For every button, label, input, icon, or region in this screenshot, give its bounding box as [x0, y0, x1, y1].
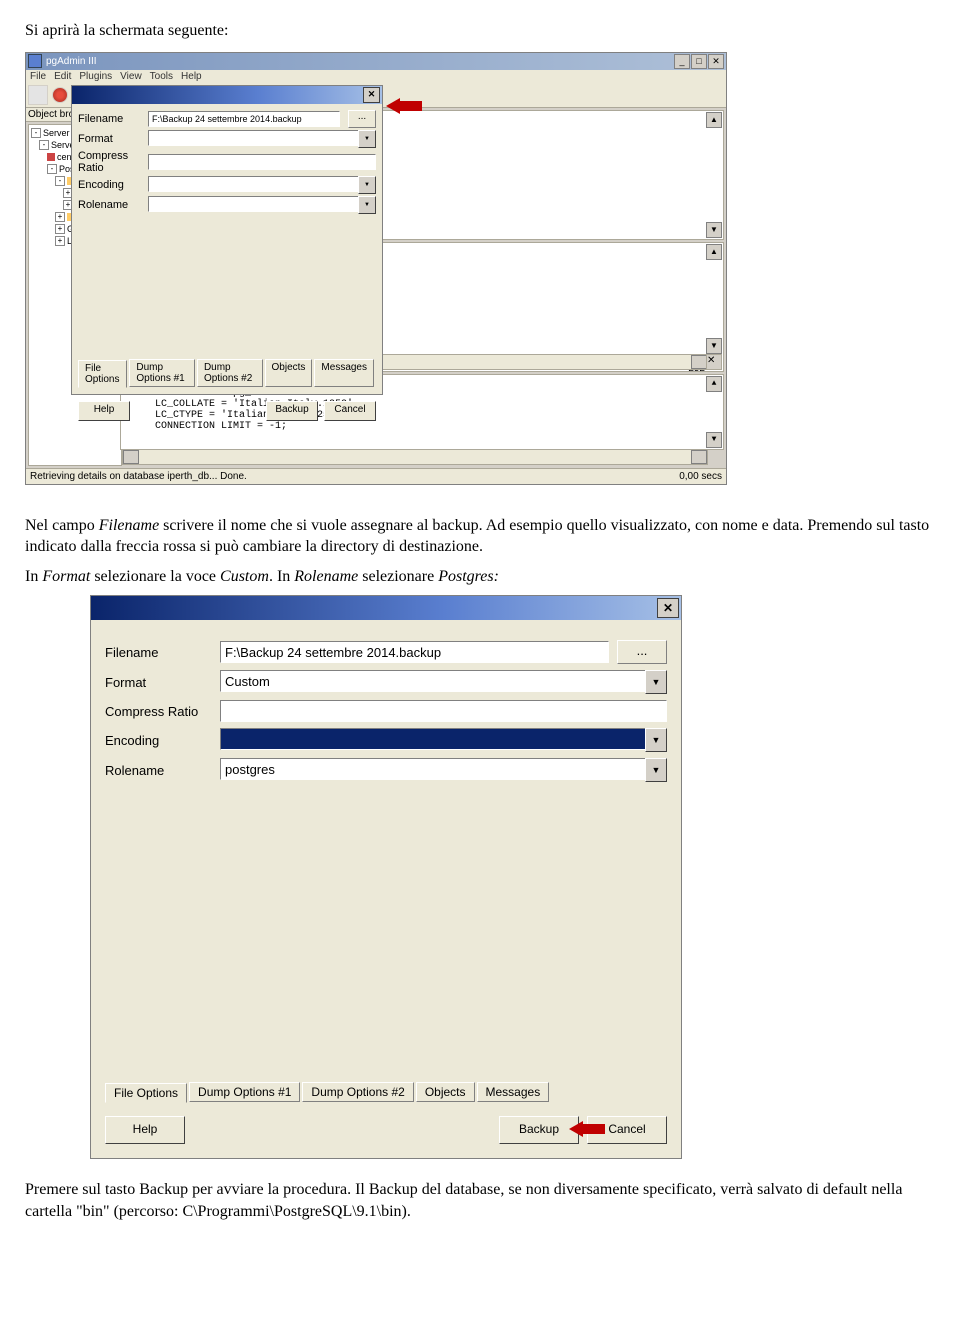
- compress-input[interactable]: [220, 700, 667, 722]
- maximize-button[interactable]: □: [691, 54, 707, 69]
- app-icon: [28, 54, 42, 68]
- compress-label: Compress Ratio: [105, 704, 220, 719]
- chevron-down-icon[interactable]: ▼: [358, 196, 376, 214]
- tab-dump2[interactable]: Dump Options #2: [302, 1082, 413, 1102]
- tab-objects[interactable]: Objects: [416, 1082, 475, 1102]
- compress-input[interactable]: [148, 154, 376, 170]
- rolename-dropdown[interactable]: [148, 196, 359, 212]
- chevron-down-icon[interactable]: ▼: [645, 728, 667, 752]
- menu-help[interactable]: Help: [181, 71, 202, 82]
- filename-input[interactable]: [148, 111, 340, 127]
- rolename-label: Rolename: [105, 763, 220, 778]
- status-time: 0,00 secs: [679, 471, 722, 482]
- format-dropdown[interactable]: [148, 130, 359, 146]
- cancel-button[interactable]: Cancel: [324, 401, 376, 421]
- tab-file-options[interactable]: File Options: [105, 1083, 187, 1103]
- menu-view[interactable]: View: [120, 71, 142, 82]
- minimize-button[interactable]: _: [674, 54, 690, 69]
- filename-label: Filename: [105, 645, 220, 660]
- chevron-down-icon[interactable]: ▼: [358, 176, 376, 194]
- red-arrow-icon: [386, 98, 426, 114]
- help-button[interactable]: Help: [105, 1116, 185, 1144]
- para1: Nel campo Filename scrivere il nome che …: [25, 515, 935, 558]
- scroll-up-icon[interactable]: ▲: [706, 112, 722, 128]
- tab-dump1[interactable]: Dump Options #1: [129, 359, 195, 387]
- scroll-up-icon[interactable]: ▲: [706, 244, 722, 260]
- chevron-down-icon[interactable]: ▼: [645, 758, 667, 782]
- encoding-label: Encoding: [105, 733, 220, 748]
- para3: Premere sul tasto Backup per avviare la …: [25, 1179, 935, 1222]
- toolbar-btn-red-icon[interactable]: [52, 87, 68, 103]
- browse-button[interactable]: ...: [617, 640, 667, 664]
- tab-dump1[interactable]: Dump Options #1: [189, 1082, 300, 1102]
- scrollbar-h[interactable]: [122, 449, 708, 465]
- titlebar: pgAdmin III _ □ ✕: [26, 53, 726, 70]
- tab-dump2[interactable]: Dump Options #2: [197, 359, 263, 387]
- menu-file[interactable]: File: [30, 71, 46, 82]
- browse-button[interactable]: ...: [348, 110, 376, 128]
- backup-dialog-large: ✕ Filename ... Format ▼ Compress Ratio E…: [90, 595, 682, 1159]
- compress-label: Compress Ratio: [78, 150, 148, 174]
- backup-dialog: ✕ Filename ... Format ▼ Compress Ratio: [71, 85, 383, 395]
- encoding-label: Encoding: [78, 179, 148, 191]
- rolename-dropdown[interactable]: [220, 758, 646, 780]
- scroll-up-icon[interactable]: ▲: [706, 376, 722, 392]
- close-button[interactable]: ✕: [708, 54, 724, 69]
- chevron-down-icon[interactable]: ▼: [358, 130, 376, 148]
- backup-button[interactable]: Backup: [499, 1116, 579, 1144]
- intro-text: Si aprirà la schermata seguente:: [25, 20, 935, 42]
- chevron-down-icon[interactable]: ▼: [645, 670, 667, 694]
- para2: In Format selezionare la voce Custom. In…: [25, 566, 935, 588]
- close-icon[interactable]: ✕: [657, 598, 679, 618]
- tab-file-options[interactable]: File Options: [78, 360, 127, 388]
- tab-messages[interactable]: Messages: [314, 359, 374, 387]
- dialog-titlebar: ✕: [72, 86, 382, 104]
- close-icon[interactable]: ✕: [363, 87, 380, 103]
- tab-messages[interactable]: Messages: [477, 1082, 550, 1102]
- app-title: pgAdmin III: [46, 56, 97, 67]
- red-arrow-icon: [569, 1121, 609, 1137]
- toolbar-btn[interactable]: [28, 85, 48, 105]
- scroll-down-icon[interactable]: ▼: [706, 338, 722, 354]
- grip-icon: ✕: [706, 354, 722, 370]
- format-label: Format: [78, 133, 148, 145]
- filename-input[interactable]: [220, 641, 609, 663]
- help-button[interactable]: Help: [78, 401, 130, 421]
- filename-label: Filename: [78, 113, 148, 125]
- tab-objects[interactable]: Objects: [265, 359, 313, 387]
- menu-tools[interactable]: Tools: [150, 71, 173, 82]
- format-label: Format: [105, 675, 220, 690]
- dialog-titlebar: ✕: [91, 596, 681, 620]
- menu-edit[interactable]: Edit: [54, 71, 71, 82]
- encoding-dropdown[interactable]: [220, 728, 646, 750]
- encoding-dropdown[interactable]: [148, 176, 359, 192]
- pgadmin-window: pgAdmin III _ □ ✕ File Edit Plugins View…: [25, 52, 727, 485]
- menubar: File Edit Plugins View Tools Help: [26, 70, 726, 83]
- format-dropdown[interactable]: [220, 670, 646, 692]
- menu-plugins[interactable]: Plugins: [79, 71, 112, 82]
- rolename-label: Rolename: [78, 199, 148, 211]
- backup-button[interactable]: Backup: [266, 401, 318, 421]
- scroll-down-icon[interactable]: ▼: [706, 222, 722, 238]
- scroll-down-icon[interactable]: ▼: [706, 432, 722, 448]
